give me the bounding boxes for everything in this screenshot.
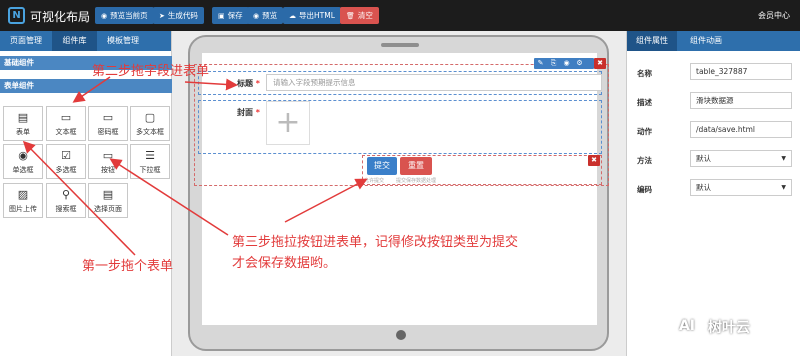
annotation-step1: 第一步拖个表单 [82, 259, 174, 274]
arrow-step3-to-submit [284, 178, 368, 223]
annotation-arrows [22, 76, 368, 256]
arrow-step2-to-title-field [184, 78, 238, 91]
arrow-step2-to-form-component [72, 76, 111, 103]
annotation-step2: 第二步拖字段进表单 [92, 64, 210, 79]
arrow-step3-to-button-component [109, 158, 229, 236]
arrow-step1-to-form [22, 140, 136, 256]
annotation-step3-line2: 才会保存数据哟。 [232, 256, 337, 271]
annotation-step3-line1: 第三步拖拉按钮进表单，记得修改按钮类型为提交 [232, 235, 519, 250]
watermark-text: 树叶云 [708, 320, 750, 336]
watermark-logo: AI [672, 313, 702, 339]
